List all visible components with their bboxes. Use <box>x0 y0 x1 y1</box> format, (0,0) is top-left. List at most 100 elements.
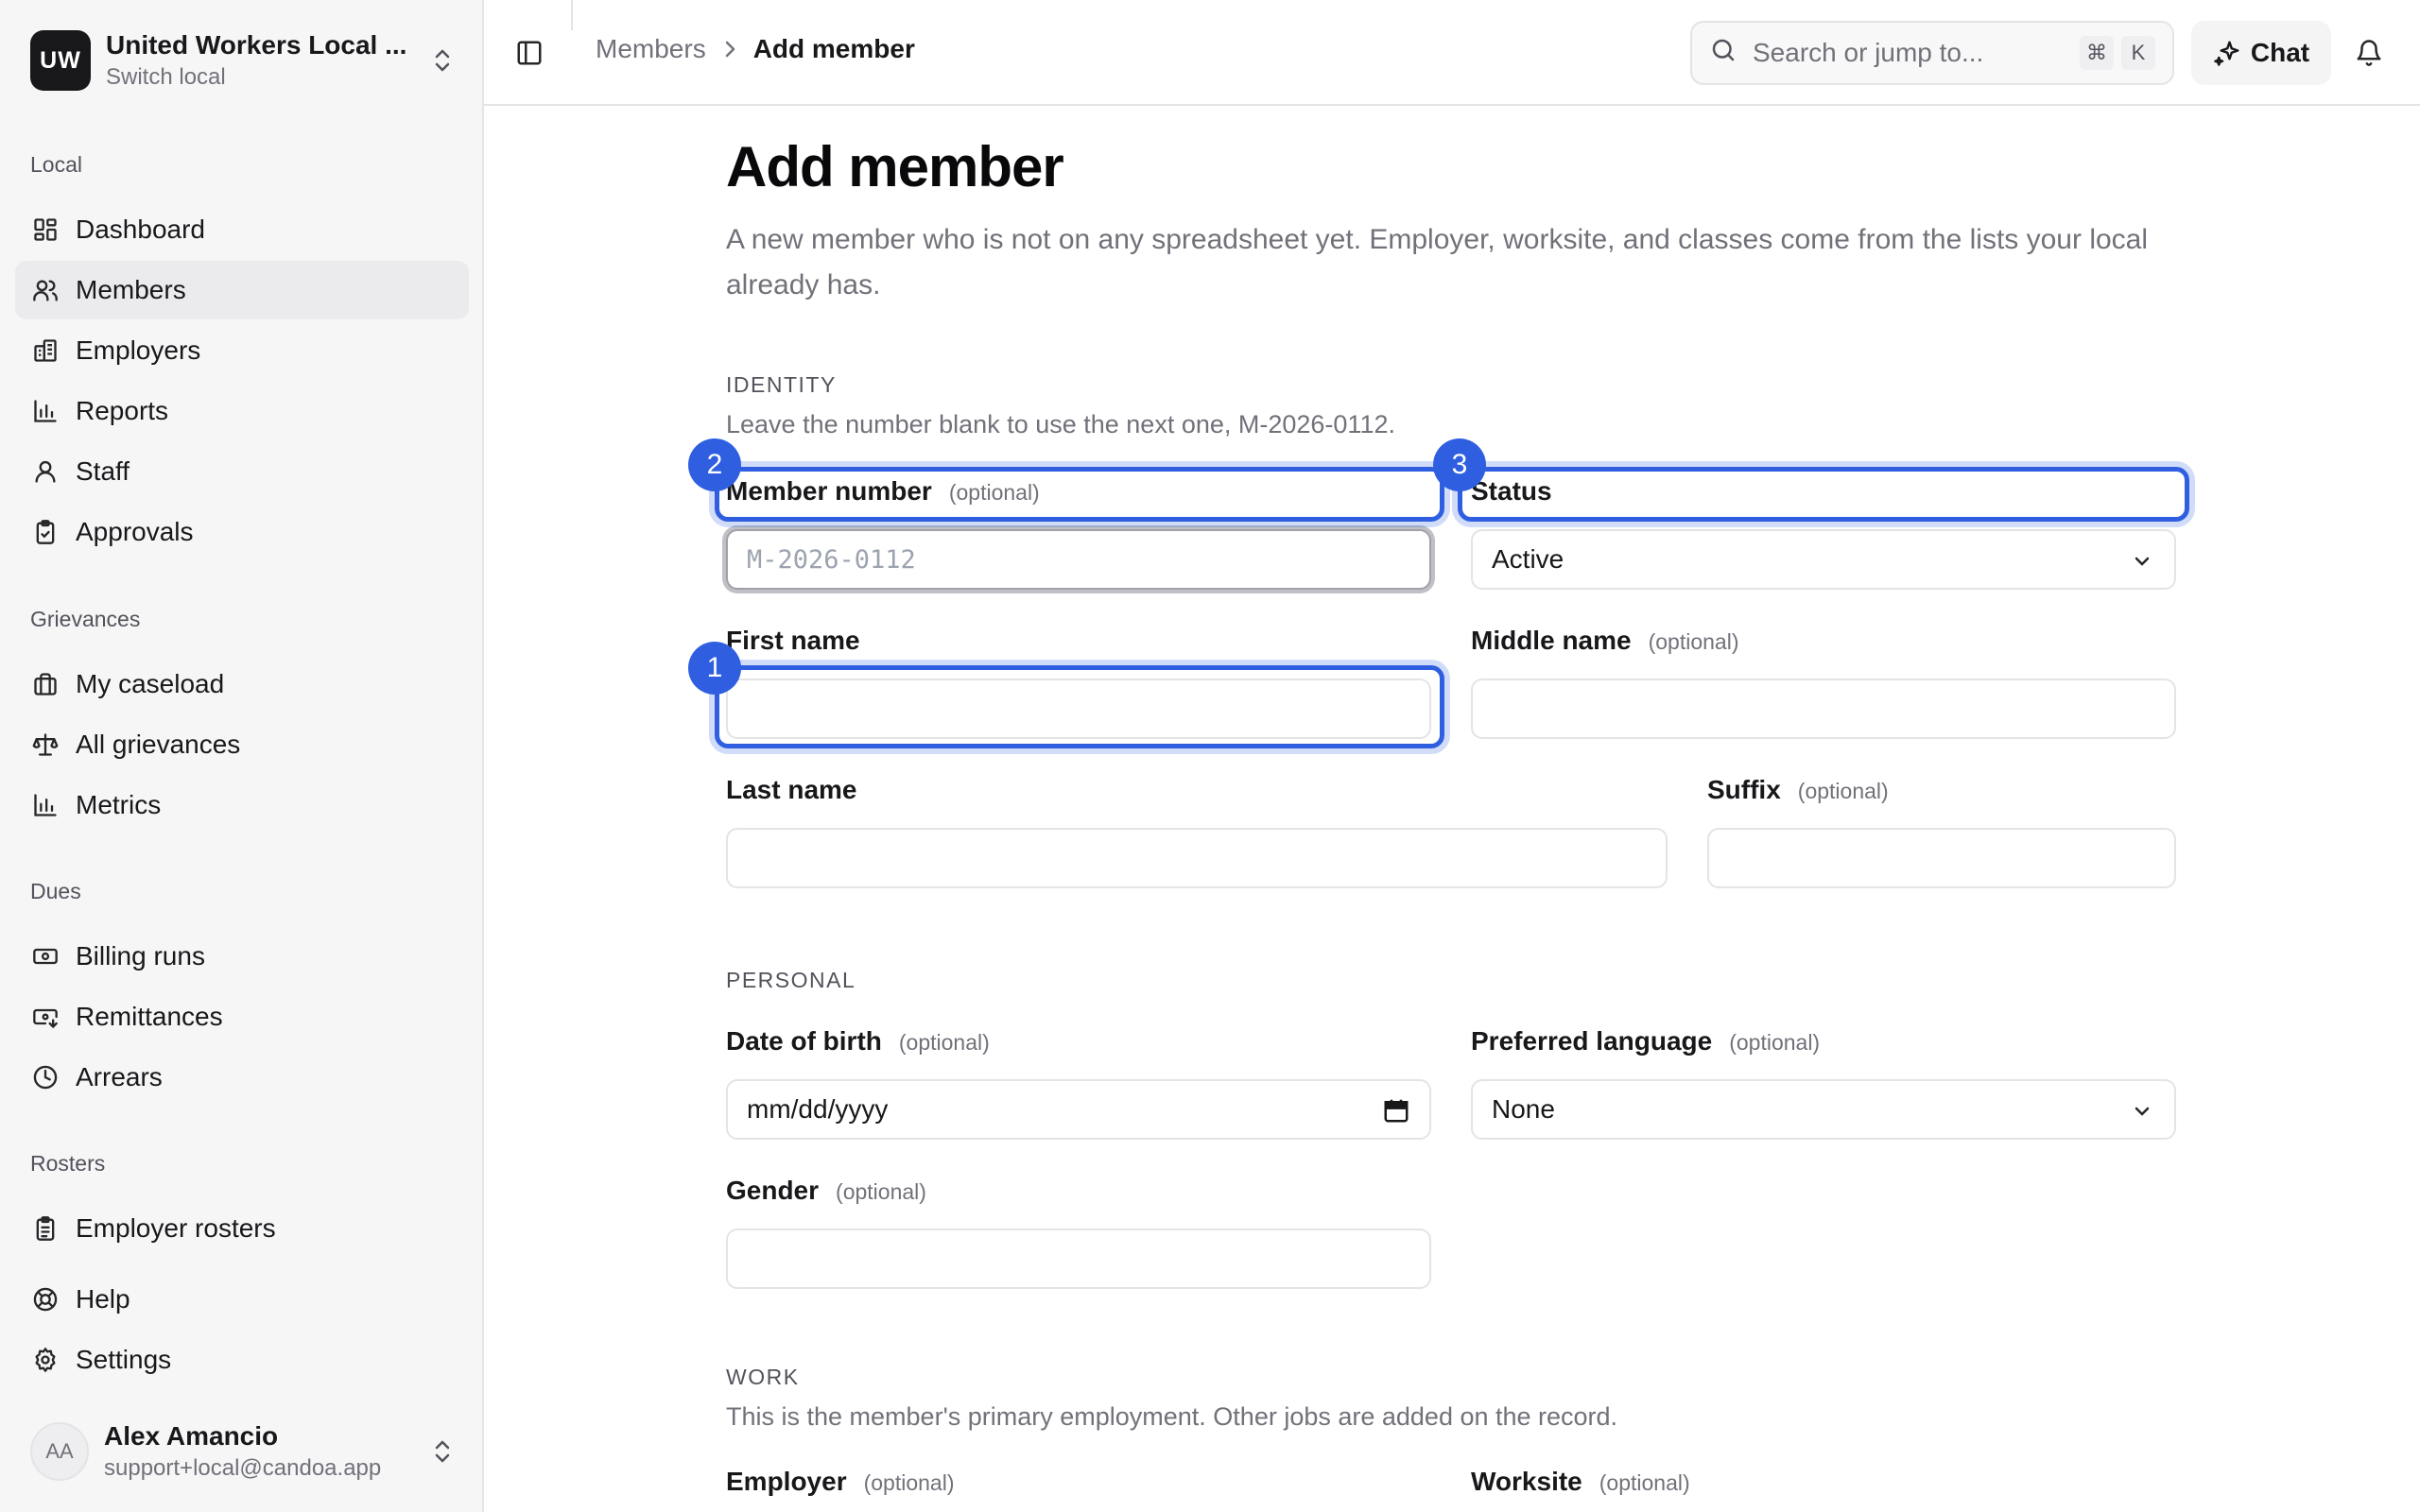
middle-name-label: Middle name (optional) <box>1471 626 1739 655</box>
dashboard-icon <box>30 215 60 245</box>
user-menu[interactable]: AA Alex Amancio support+local@candoa.app <box>30 1418 458 1486</box>
user-email: support+local@candoa.app <box>104 1455 382 1481</box>
gender-label: Gender (optional) <box>726 1176 926 1205</box>
sidebar: UW United Workers Local ... Switch local… <box>0 0 484 1512</box>
sidebar-item-label: Employer rosters <box>76 1213 276 1243</box>
sidebar-item-employers[interactable]: Employers <box>15 321 469 380</box>
section-personal-label: PERSONAL <box>726 968 856 992</box>
sidebar-item-staff[interactable]: Staff <box>15 442 469 501</box>
gender-field[interactable] <box>726 1228 1431 1289</box>
annotation-badge-1: 1 <box>688 642 741 695</box>
sidebar-item-settings[interactable]: Settings <box>15 1331 469 1389</box>
chat-label: Chat <box>2250 38 2310 67</box>
org-switcher[interactable]: UW United Workers Local ... Switch local <box>30 28 458 93</box>
topbar: Members Add member Search or jump to... … <box>484 0 2420 106</box>
chevron-down-icon <box>2135 557 2150 566</box>
section-identity-label: IDENTITY <box>726 372 837 397</box>
employer-label: Employer (optional) <box>726 1467 955 1496</box>
chevron-right-icon <box>721 39 738 60</box>
sidebar-item-label: My caseload <box>76 669 225 698</box>
section-work-label: WORK <box>726 1365 800 1389</box>
page-description: A new member who is not on any spreadshe… <box>726 224 2149 301</box>
sidebar-item-billing-runs[interactable]: Billing runs <box>15 927 469 986</box>
dob-label: Date of birth (optional) <box>726 1026 990 1056</box>
status-select[interactable]: Active <box>1471 529 2176 590</box>
sidebar-item-arrears[interactable]: Arrears <box>15 1048 469 1107</box>
dob-placeholder: mm/dd/yyyy <box>747 1094 889 1124</box>
annotation-badge-2: 2 <box>688 438 741 491</box>
breadcrumb: Members Add member <box>596 34 915 64</box>
lifebuoy-icon <box>30 1284 60 1314</box>
nav-section-grievances: Grievances My caseload All grievances Me… <box>15 600 469 836</box>
status-value: Active <box>1492 544 1564 574</box>
clock-icon <box>30 1062 60 1092</box>
bell-icon[interactable] <box>2350 34 2388 72</box>
member-number-field[interactable]: M-2026-0112 <box>726 529 1431 590</box>
nav-section-rosters: Rosters Employer rosters <box>15 1144 469 1260</box>
language-label: Preferred language (optional) <box>1471 1026 1821 1056</box>
sidebar-item-label: Billing runs <box>76 941 205 971</box>
worksite-label: Worksite (optional) <box>1471 1467 1690 1496</box>
bar-chart-icon <box>30 790 60 820</box>
suffix-label: Suffix (optional) <box>1707 775 1889 804</box>
sidebar-item-dashboard[interactable]: Dashboard <box>15 200 469 259</box>
nav-section-label: Dues <box>30 879 81 903</box>
sidebar-item-approvals[interactable]: Approvals <box>15 503 469 561</box>
annotation-badge-3: 3 <box>1433 438 1486 491</box>
chevrons-up-down-icon <box>427 42 458 79</box>
user-icon <box>30 456 60 487</box>
sidebar-item-label: Settings <box>76 1345 172 1374</box>
annotation-highlight-status <box>1458 467 2189 522</box>
search-icon <box>1709 36 1737 71</box>
users-icon <box>30 275 60 305</box>
nav-section-dues: Dues Billing runs Remittances Arrears <box>15 872 469 1108</box>
org-name: United Workers Local ... <box>106 30 407 60</box>
gear-icon <box>30 1345 60 1375</box>
sidebar-item-label: Dashboard <box>76 215 205 244</box>
suffix-field[interactable] <box>1707 828 2176 888</box>
last-name-label: Last name <box>726 775 857 804</box>
org-switch-label: Switch local <box>106 64 226 90</box>
calendar-icon[interactable] <box>1382 1096 1410 1131</box>
dob-field[interactable]: mm/dd/yyyy <box>726 1079 1431 1140</box>
org-avatar: UW <box>30 30 91 91</box>
first-name-label: First name <box>726 626 860 655</box>
sidebar-item-employer-rosters[interactable]: Employer rosters <box>15 1199 469 1258</box>
sidebar-item-label: Members <box>76 275 186 304</box>
identity-help-text: Leave the number blank to use the next o… <box>726 410 1395 438</box>
topbar-divider <box>571 0 573 30</box>
sidebar-item-all-grievances[interactable]: All grievances <box>15 715 469 774</box>
money-in-icon <box>30 1002 60 1032</box>
banknote-icon <box>30 941 60 971</box>
sidebar-item-help[interactable]: Help <box>15 1270 469 1329</box>
middle-name-field[interactable] <box>1471 679 2176 739</box>
chat-button[interactable]: Chat <box>2191 21 2331 85</box>
last-name-field[interactable] <box>726 828 1668 888</box>
breadcrumb-members-link[interactable]: Members <box>596 34 706 64</box>
nav-section-footer: Help Settings <box>15 1270 469 1391</box>
sidebar-item-members[interactable]: Members <box>15 261 469 319</box>
shortcut-mod-key: ⌘ <box>2080 36 2114 70</box>
bar-chart-icon <box>30 396 60 426</box>
sidebar-item-label: Metrics <box>76 790 162 819</box>
nav-section-label: Grievances <box>30 607 141 631</box>
language-select[interactable]: None <box>1471 1079 2176 1140</box>
shortcut-k-key: K <box>2121 36 2155 70</box>
sidebar-item-my-caseload[interactable]: My caseload <box>15 655 469 713</box>
sidebar-item-label: Approvals <box>76 517 194 546</box>
sidebar-item-reports[interactable]: Reports <box>15 382 469 440</box>
nav-section-label: Rosters <box>30 1151 106 1176</box>
sidebar-item-remittances[interactable]: Remittances <box>15 988 469 1046</box>
sidebar-toggle-icon[interactable] <box>510 34 548 72</box>
sidebar-item-label: Reports <box>76 396 169 425</box>
sidebar-item-label: All grievances <box>76 730 241 759</box>
sidebar-item-label: Staff <box>76 456 130 486</box>
search-placeholder: Search or jump to... <box>1753 38 1984 67</box>
avatar: AA <box>30 1422 89 1481</box>
sidebar-item-metrics[interactable]: Metrics <box>15 776 469 834</box>
sidebar-item-label: Remittances <box>76 1002 223 1031</box>
search-input[interactable]: Search or jump to... ⌘ K <box>1690 21 2174 85</box>
chevron-down-icon <box>2135 1107 2150 1116</box>
page-title: Add member <box>726 135 1064 198</box>
clipboard-check-icon <box>30 517 60 547</box>
